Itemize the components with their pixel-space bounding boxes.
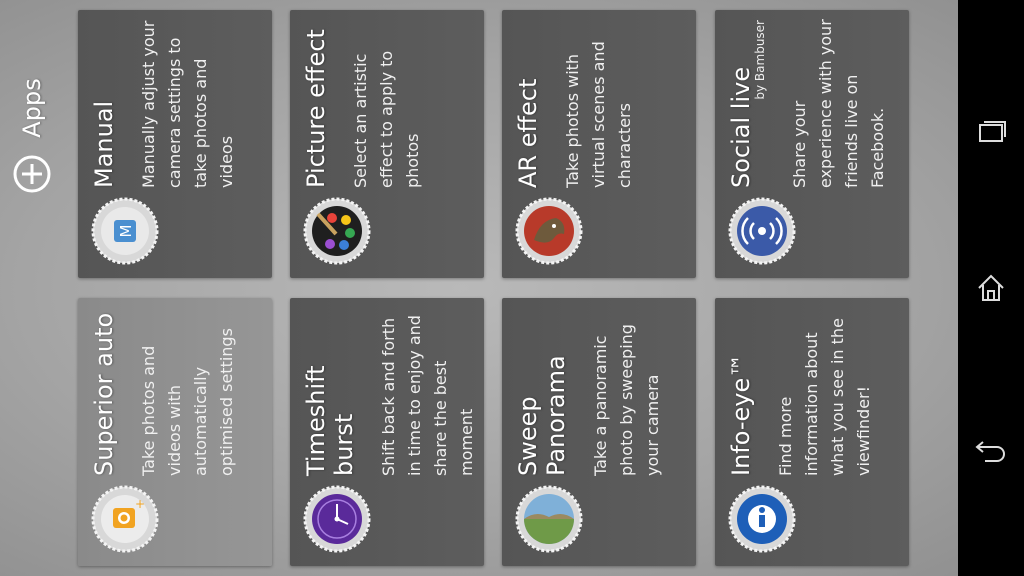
tile-description: Take photos with virtual scenes and char… [563, 41, 634, 188]
tile-ar-effect[interactable]: AR effect Take photos with virtual scene… [502, 10, 696, 278]
home-icon[interactable] [971, 268, 1011, 308]
tile-description: Take photos and videos with automaticall… [139, 328, 236, 476]
tile-description: Shift back and forth in time to enjoy an… [379, 315, 476, 476]
tile-title: Info-eye™ [727, 353, 755, 476]
tile-subtitle: by Bambuser [753, 20, 767, 100]
tile-social-live[interactable]: Social live by Bambuser Share your exper… [715, 10, 909, 278]
tile-timeshift-burst[interactable]: Timeshift burst Shift back and forth in … [290, 298, 484, 566]
add-apps-button[interactable]: Apps [10, 72, 58, 196]
tile-description: Find more information about what you see… [776, 318, 873, 476]
tile-title: Manual [90, 100, 118, 188]
tile-manual[interactable]: M Manual Manually adjust your camera set… [78, 10, 272, 278]
tile-description: Select an artistic effect to apply to ph… [351, 50, 422, 188]
back-icon[interactable] [971, 430, 1011, 470]
tile-info-eye[interactable]: Info-eye™ Find more information about wh… [715, 298, 909, 566]
tile-title: Social live [727, 66, 755, 188]
tile-title: Superior auto [90, 312, 118, 476]
tile-description: Share your experience with your friends … [790, 19, 887, 188]
plus-circle-icon [13, 155, 51, 193]
navigation-bar [958, 0, 1024, 576]
tile-description: Manually adjust your camera settings to … [139, 20, 236, 188]
tile-title: AR effect [514, 78, 542, 188]
tile-superior-auto[interactable]: + Superior auto Take photos and videos w… [78, 298, 272, 566]
tile-title: Picture effect [302, 29, 330, 188]
tile-title: Sweep Panorama [514, 355, 570, 476]
tile-description: Take a panoramic photo by sweeping your … [591, 324, 662, 476]
tile-title: Timeshift burst [302, 365, 358, 476]
tile-sweep-panorama[interactable]: Sweep Panorama Take a panoramic photo by… [502, 298, 696, 566]
apps-label: Apps [18, 78, 46, 138]
recent-apps-icon[interactable] [971, 112, 1011, 152]
tile-picture-effect[interactable]: Picture effect Select an artistic effect… [290, 10, 484, 278]
